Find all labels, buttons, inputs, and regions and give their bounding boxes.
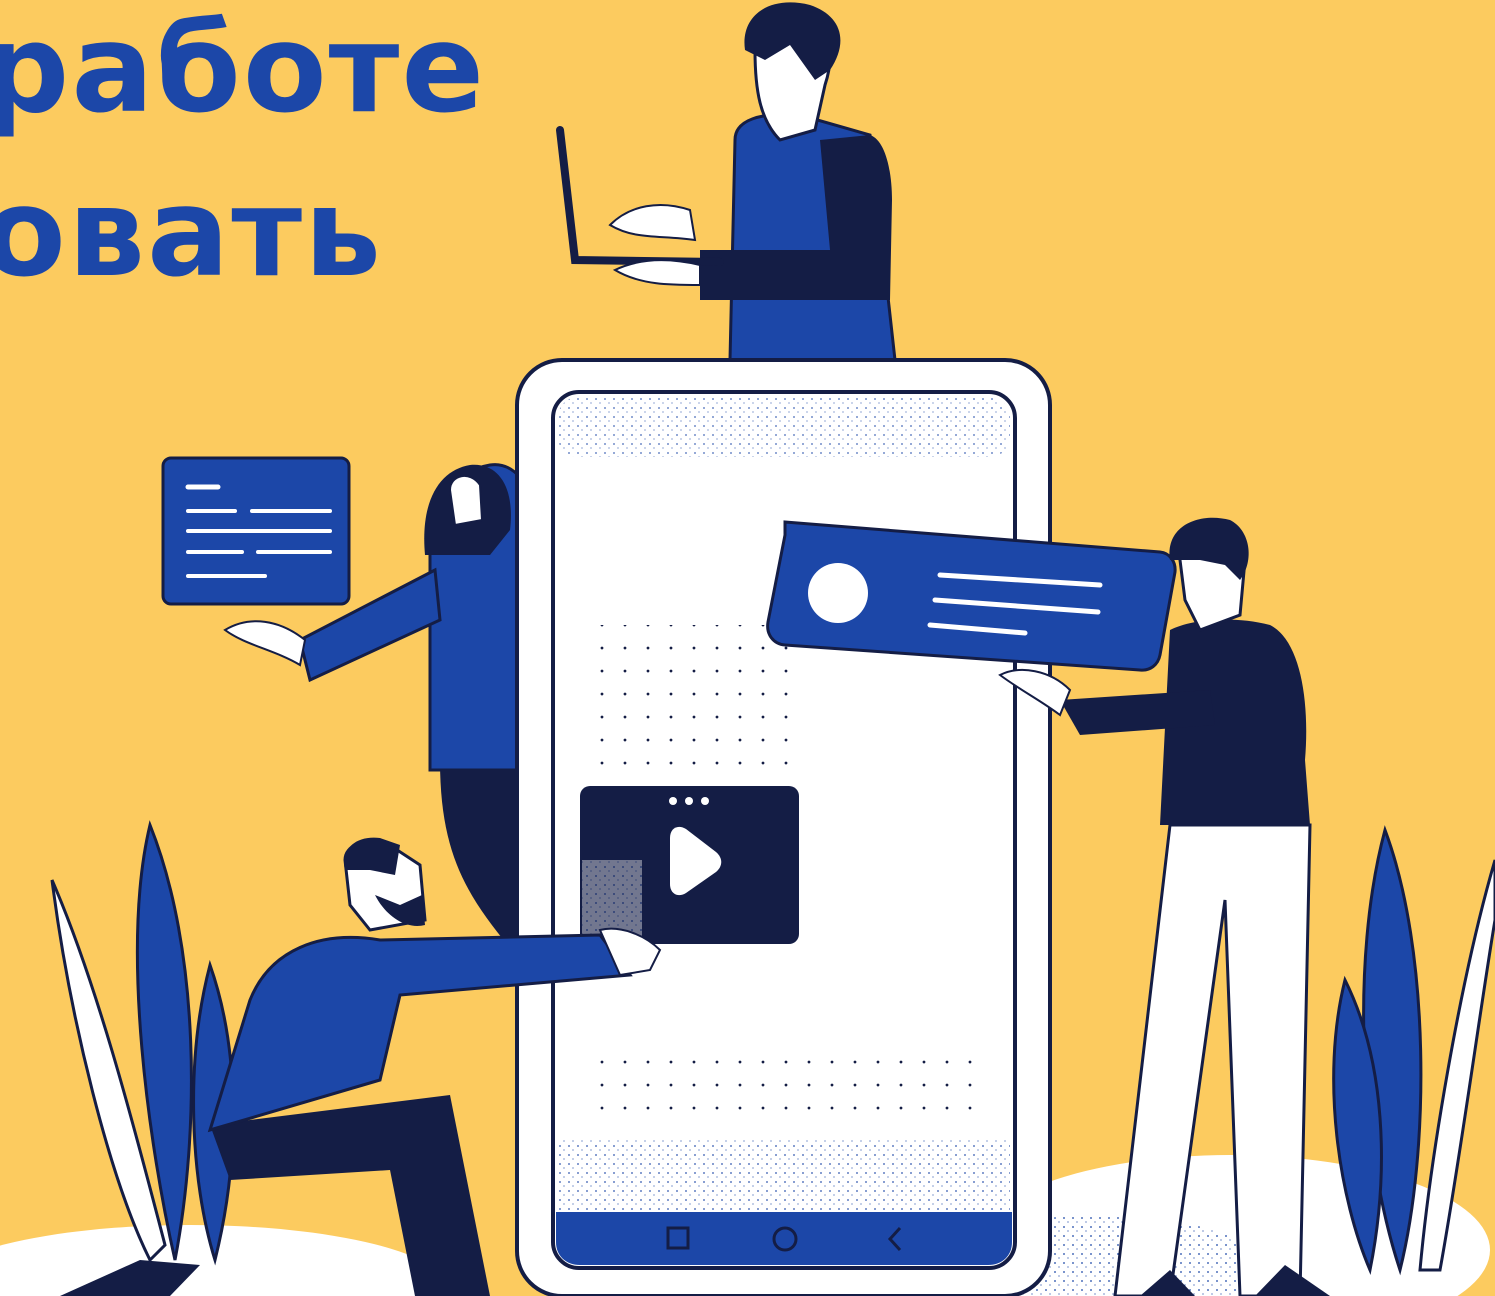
profile-card [766, 520, 1177, 672]
plant-left [50, 820, 235, 1266]
text-card [161, 456, 351, 606]
man-with-laptop [556, 2, 897, 362]
illustration [0, 2, 1495, 1296]
video-card [580, 786, 799, 944]
more-dots-icon [669, 797, 677, 805]
